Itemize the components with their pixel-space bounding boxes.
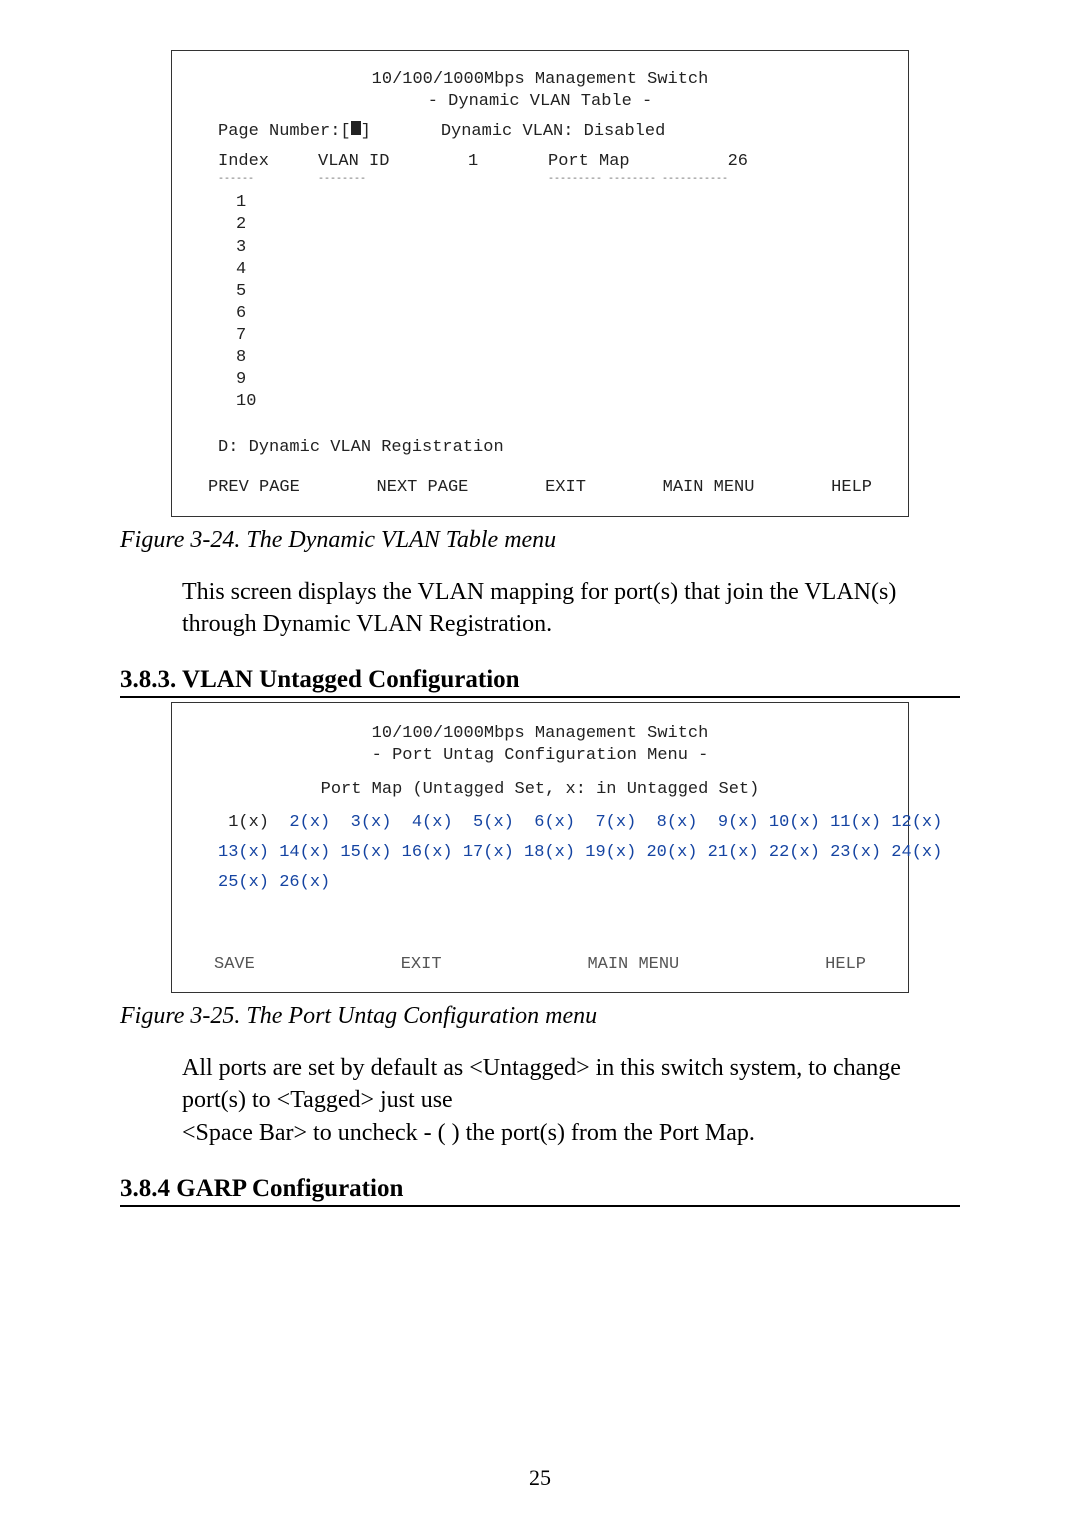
terminal-footer-menu: SAVE EXIT MAIN MENU HELP xyxy=(200,954,880,976)
terminal-title: 10/100/1000Mbps Management Switch - Port… xyxy=(200,721,880,767)
list-item: 4 xyxy=(236,259,880,281)
menu-next-page: NEXT PAGE xyxy=(377,477,469,499)
menu-main: MAIN MENU xyxy=(663,477,755,499)
list-item: 8 xyxy=(236,347,880,369)
port-first: 1(x) xyxy=(218,813,269,832)
dynamic-vlan-status: Dynamic VLAN: Disabled xyxy=(441,121,665,143)
terminal-title-line1: 10/100/1000Mbps Management Switch xyxy=(200,723,880,745)
figure-caption: Figure 3-25. The Port Untag Configuratio… xyxy=(120,1003,960,1030)
menu-main: MAIN MENU xyxy=(587,954,679,976)
port-row: 1(x) 2(x) 3(x) 4(x) 5(x) 6(x) 7(x) 8(x) … xyxy=(218,812,880,834)
menu-exit: EXIT xyxy=(545,477,586,499)
col-header-index: Index xyxy=(218,151,318,173)
list-item: 9 xyxy=(236,369,880,391)
col-header-vlan-id: VLAN ID xyxy=(318,151,468,173)
terminal-title-line2: - Port Untag Configuration Menu - xyxy=(200,745,880,767)
menu-help: HELP xyxy=(831,477,872,499)
dynamic-vlan-reg-line: D: Dynamic VLAN Registration xyxy=(218,437,880,459)
list-item: 1 xyxy=(236,192,880,214)
section-heading: 3.8.3. VLAN Untagged Configuration xyxy=(120,666,960,698)
menu-exit: EXIT xyxy=(401,954,442,976)
port-row: 25(x) 26(x) xyxy=(218,872,880,894)
menu-help: HELP xyxy=(825,954,866,976)
body-paragraph: This screen displays the VLAN mapping fo… xyxy=(182,576,960,641)
list-item: 5 xyxy=(236,281,880,303)
section-heading: 3.8.4 GARP Configuration xyxy=(120,1175,960,1207)
table-header-underline: ------ -------- --------- -------- -----… xyxy=(218,173,880,186)
document-page: 10/100/1000Mbps Management Switch - Dyna… xyxy=(0,0,1080,1525)
text-cursor-icon xyxy=(351,121,361,135)
terminal-screenshot-1: 10/100/1000Mbps Management Switch - Dyna… xyxy=(171,50,909,517)
page-number-row: Page Number:[ ] Dynamic VLAN: Disabled xyxy=(218,121,880,143)
terminal-title: 10/100/1000Mbps Management Switch - Dyna… xyxy=(200,69,880,113)
col-header-one: 1 xyxy=(468,151,548,173)
list-item: 2 xyxy=(236,214,880,236)
menu-prev-page: PREV PAGE xyxy=(208,477,300,499)
terminal-footer-menu: PREV PAGE NEXT PAGE EXIT MAIN MENU HELP xyxy=(200,477,880,499)
port-rest: 2(x) 3(x) 4(x) 5(x) 6(x) 7(x) 8(x) 9(x) … xyxy=(269,813,942,832)
body-paragraph: All ports are set by default as <Untagge… xyxy=(182,1052,960,1149)
table-header-row: Index VLAN ID 1 Port Map 26 xyxy=(218,151,880,173)
body-line: <Space Bar> to uncheck - ( ) the port(s)… xyxy=(182,1120,755,1146)
col-header-port-map: Port Map xyxy=(548,151,708,173)
menu-save: SAVE xyxy=(214,954,255,976)
list-item: 3 xyxy=(236,237,880,259)
list-item: 10 xyxy=(236,391,880,413)
terminal-title-line1: 10/100/1000Mbps Management Switch xyxy=(200,69,880,91)
figure-caption: Figure 3-24. The Dynamic VLAN Table menu xyxy=(120,527,960,554)
list-item: 7 xyxy=(236,325,880,347)
terminal-screenshot-2: 10/100/1000Mbps Management Switch - Port… xyxy=(171,702,909,993)
page-number-label: Page Number:[ xyxy=(218,121,351,143)
body-line: All ports are set by default as <Untagge… xyxy=(182,1055,901,1113)
list-item: 6 xyxy=(236,303,880,325)
page-number: 25 xyxy=(0,1465,1080,1491)
terminal-title-line2: - Dynamic VLAN Table - xyxy=(200,91,880,113)
page-number-suffix: ] xyxy=(361,121,371,143)
col-header-count: 26 xyxy=(708,151,748,173)
index-list: 1 2 3 4 5 6 7 8 9 10 xyxy=(236,192,880,413)
port-row: 13(x) 14(x) 15(x) 16(x) 17(x) 18(x) 19(x… xyxy=(218,842,880,864)
port-map-rows: 1(x) 2(x) 3(x) 4(x) 5(x) 6(x) 7(x) 8(x) … xyxy=(218,812,880,894)
port-map-subheader: Port Map (Untagged Set, x: in Untagged S… xyxy=(200,779,880,801)
